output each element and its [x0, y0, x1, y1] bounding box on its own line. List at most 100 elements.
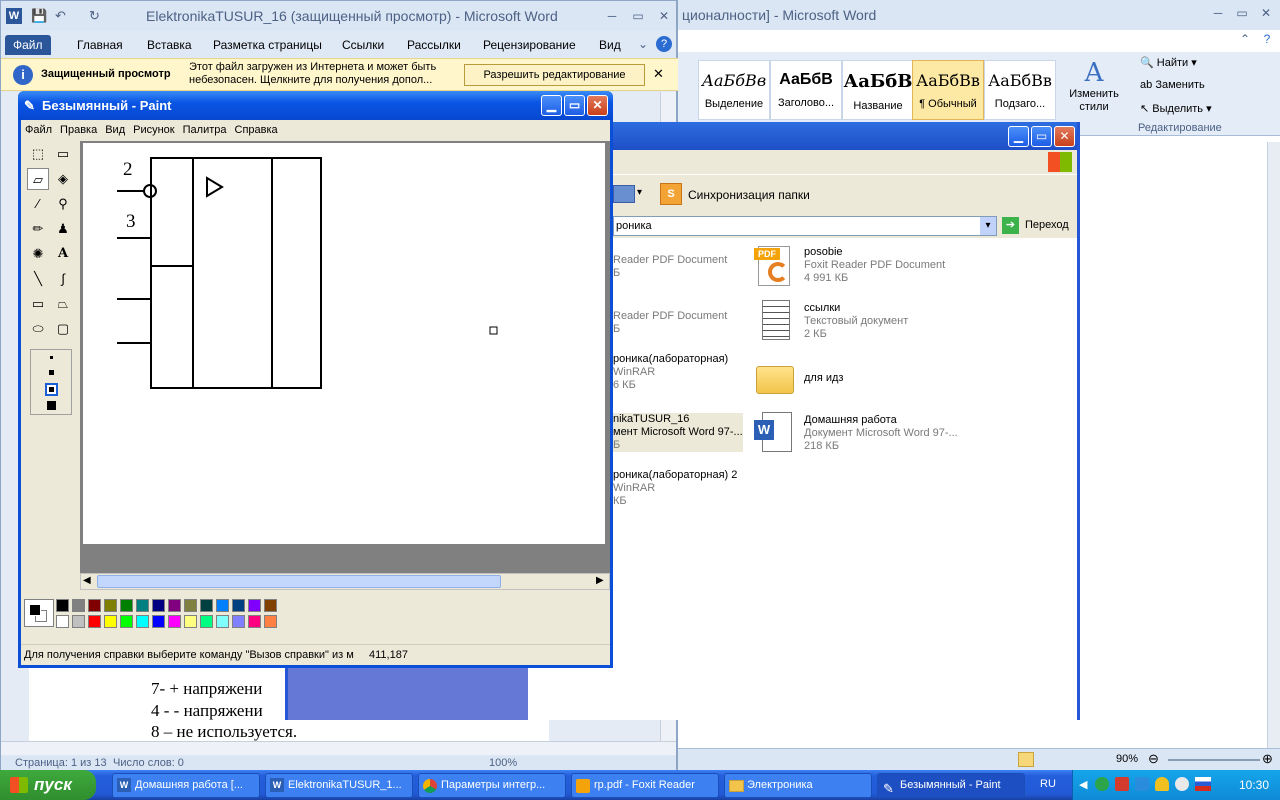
- tab-page-layout[interactable]: Разметка страницы: [205, 35, 330, 55]
- maximize-button[interactable]: ▭: [627, 7, 649, 25]
- close-button[interactable]: ✕: [653, 7, 675, 25]
- tab-review[interactable]: Рецензирование: [475, 35, 584, 55]
- tab-references[interactable]: Ссылки: [334, 35, 392, 55]
- maximize-button[interactable]: ▭: [1031, 126, 1052, 147]
- eraser-icon[interactable]: ▱: [27, 168, 49, 190]
- color-swatch[interactable]: [104, 615, 117, 628]
- address-dropdown-icon[interactable]: ▾: [980, 217, 996, 235]
- antivirus-icon[interactable]: [1115, 777, 1129, 791]
- vertical-scrollbar[interactable]: [1267, 142, 1280, 748]
- tab-file[interactable]: Файл: [5, 35, 51, 55]
- maximize-button[interactable]: ▭: [564, 95, 585, 116]
- file-item[interactable]: роника(лабораторная) WinRAR 6 КБ: [613, 353, 728, 392]
- line-icon[interactable]: ╲: [27, 268, 49, 290]
- menu-image[interactable]: Рисунок: [133, 124, 175, 136]
- menu-file[interactable]: Файл: [25, 124, 52, 136]
- color-swatch[interactable]: [248, 615, 261, 628]
- close-button[interactable]: ✕: [1255, 4, 1277, 22]
- tab-insert[interactable]: Вставка: [139, 35, 200, 55]
- color-picker-icon[interactable]: ⁄: [27, 193, 49, 215]
- menu-colors[interactable]: Палитра: [183, 124, 227, 136]
- menu-view[interactable]: Вид: [105, 124, 125, 136]
- color-swatch[interactable]: [216, 599, 229, 612]
- style-heading[interactable]: АаБбВ Заголово...: [770, 60, 842, 120]
- rectangle-icon[interactable]: ▭: [27, 293, 49, 315]
- go-button[interactable]: Переход: [1025, 219, 1069, 231]
- task-button-active[interactable]: ✎ Безымянный - Paint: [877, 773, 1025, 798]
- file-item[interactable]: ссылки Текстовый документ 2 КБ: [804, 302, 908, 341]
- pencil-icon[interactable]: ✏: [27, 218, 49, 240]
- drawing-canvas[interactable]: 2 3: [83, 143, 605, 544]
- color-swatch[interactable]: [72, 615, 85, 628]
- curve-icon[interactable]: ∫: [52, 268, 74, 290]
- text-icon[interactable]: A: [52, 243, 74, 265]
- magnifier-icon[interactable]: ⚲: [52, 193, 74, 215]
- color-swatch[interactable]: [56, 615, 69, 628]
- paint-app-icon[interactable]: ✎: [24, 91, 35, 120]
- current-colors[interactable]: [24, 599, 54, 627]
- color-swatch[interactable]: [232, 615, 245, 628]
- file-item[interactable]: posobie Foxit Reader PDF Document 4 991 КБ: [804, 246, 945, 285]
- go-arrow-icon[interactable]: ➔: [1002, 217, 1019, 234]
- security-icon[interactable]: [1135, 777, 1149, 791]
- style-normal[interactable]: АаБбВв ¶ Обычный: [912, 60, 984, 120]
- zoom-in-button[interactable]: ⊕: [1262, 751, 1273, 767]
- zoom-out-button[interactable]: ⊖: [1148, 751, 1159, 767]
- color-swatch[interactable]: [200, 599, 213, 612]
- task-button[interactable]: W ElektronikaTUSUR_1...: [265, 773, 413, 798]
- task-button[interactable]: Электроника: [724, 773, 872, 798]
- enable-editing-button[interactable]: Разрешить редактирование: [464, 64, 645, 86]
- close-bar-icon[interactable]: ✕: [653, 66, 664, 82]
- volume-icon[interactable]: [1175, 777, 1189, 791]
- maximize-button[interactable]: ▭: [1231, 4, 1253, 22]
- style-emphasis[interactable]: АаБбВв Выделение: [698, 60, 770, 120]
- horizontal-scrollbar[interactable]: [1, 741, 676, 755]
- start-button[interactable]: пуск: [0, 770, 96, 800]
- menu-edit[interactable]: Правка: [60, 124, 97, 136]
- color-swatch[interactable]: [88, 615, 101, 628]
- ribbon-collapse-icon[interactable]: ⌄: [638, 37, 648, 51]
- clock[interactable]: 10:30: [1239, 778, 1269, 792]
- file-item[interactable]: Reader PDF Document Б: [613, 310, 727, 336]
- menu-help[interactable]: Справка: [235, 124, 278, 136]
- views-dropdown-icon[interactable]: ▾: [637, 187, 642, 198]
- color-swatch[interactable]: [152, 599, 165, 612]
- tab-home[interactable]: Главная: [69, 35, 131, 55]
- color-swatch[interactable]: [72, 599, 85, 612]
- ellipse-icon[interactable]: ⬭: [27, 318, 49, 340]
- file-item[interactable]: Reader PDF Document Б: [613, 254, 727, 280]
- brush-size-selector[interactable]: [30, 349, 72, 415]
- color-swatch[interactable]: [168, 599, 181, 612]
- close-button[interactable]: ✕: [587, 95, 608, 116]
- polygon-icon[interactable]: ⏢: [52, 293, 74, 315]
- close-button[interactable]: ✕: [1054, 126, 1075, 147]
- file-item-selected[interactable]: nikaTUSUR_16 мент Microsoft Word 97-... Б: [613, 413, 743, 452]
- style-subtitle[interactable]: АаБбВв Подзаго...: [984, 60, 1056, 120]
- redo-icon[interactable]: ↻: [89, 1, 100, 31]
- address-input[interactable]: роника: [613, 216, 997, 236]
- color-swatch[interactable]: [136, 599, 149, 612]
- free-select-icon[interactable]: ⬚: [27, 143, 49, 165]
- select-button[interactable]: ↖ Выделить ▾: [1140, 102, 1212, 115]
- color-swatch[interactable]: [216, 615, 229, 628]
- color-swatch[interactable]: [184, 615, 197, 628]
- task-button[interactable]: rp.pdf - Foxit Reader: [571, 773, 719, 798]
- minimize-button[interactable]: ─: [1207, 4, 1229, 22]
- scroll-thumb[interactable]: [97, 575, 501, 588]
- color-swatch[interactable]: [232, 599, 245, 612]
- sync-folder-button[interactable]: Синхронизация папки: [688, 188, 810, 202]
- ribbon-collapse-icon[interactable]: ⌃: [1234, 30, 1256, 48]
- tray-expand-icon[interactable]: ◀: [1079, 778, 1087, 791]
- color-swatch[interactable]: [184, 599, 197, 612]
- task-button[interactable]: Параметры интегр...: [418, 773, 566, 798]
- file-item[interactable]: для идз: [804, 372, 843, 385]
- color-swatch[interactable]: [248, 599, 261, 612]
- fill-icon[interactable]: ◈: [52, 168, 74, 190]
- flag-icon[interactable]: [1195, 777, 1211, 791]
- color-swatch[interactable]: [104, 599, 117, 612]
- print-layout-icon[interactable]: [1018, 752, 1034, 767]
- color-swatch[interactable]: [152, 615, 165, 628]
- word-app-icon[interactable]: W: [6, 8, 22, 24]
- scroll-left-icon[interactable]: ◀: [83, 575, 91, 586]
- color-swatch[interactable]: [264, 615, 277, 628]
